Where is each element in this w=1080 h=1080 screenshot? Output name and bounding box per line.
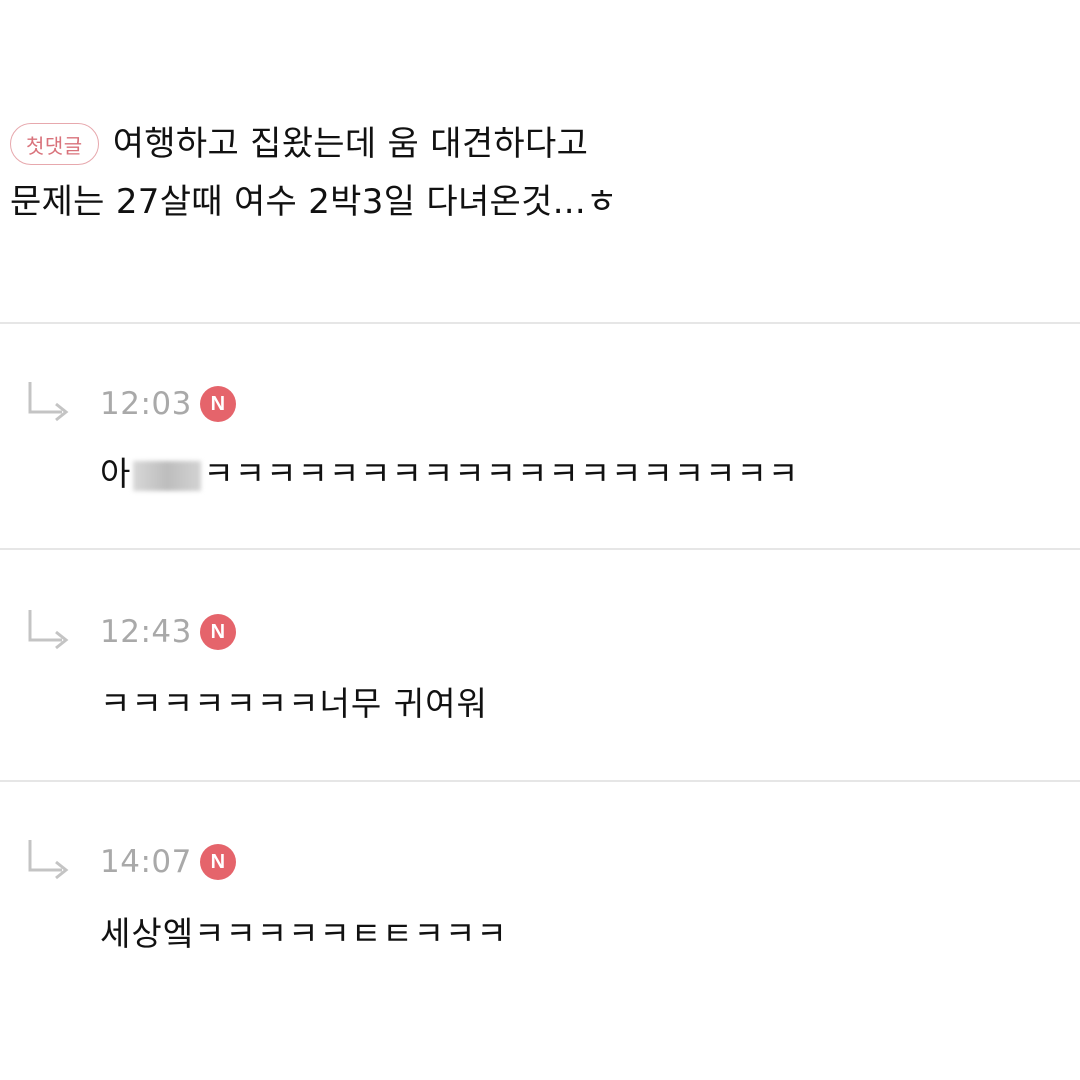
reply-arrow-icon	[28, 840, 69, 880]
reply-meta: 14:07 N	[100, 842, 236, 882]
reply-text: 세상엨ㅋㅋㅋㅋㅋㅌㅌㅋㅋㅋ	[100, 914, 508, 953]
reply-item[interactable]: 12:43 N ㅋㅋㅋㅋㅋㅋㅋ너무 귀여워	[0, 550, 1080, 778]
original-comment: 첫댓글 여행하고 집왔는데 움 대견하다고 문제는 27살때 여수 2박3일 다…	[0, 0, 1080, 322]
reply-text: 아 ㅋㅋㅋㅋㅋㅋㅋㅋㅋㅋㅋㅋㅋㅋㅋㅋㅋㅋㅋ	[100, 450, 799, 498]
censored-blur	[133, 460, 202, 491]
reply-meta: 12:43 N	[100, 612, 236, 652]
reply-time: 12:03	[100, 386, 192, 422]
reply-text: ㅋㅋㅋㅋㅋㅋㅋ너무 귀여워	[100, 684, 488, 723]
new-badge-icon: N	[199, 386, 236, 422]
first-comment-badge: 첫댓글	[10, 123, 99, 165]
new-badge-icon: N	[199, 844, 236, 880]
comment-text-line-2: 문제는 27살때 여수 2박3일 다녀온것...ㅎ	[10, 182, 618, 222]
new-badge-icon: N	[199, 614, 236, 650]
reply-meta: 12:03 N	[100, 384, 236, 424]
reply-text-end: ㅋㅋㅋㅋㅋㅋㅋㅋㅋㅋㅋㅋㅋㅋㅋㅋㅋㅋㅋ	[203, 454, 800, 493]
reply-item[interactable]: 14:07 N 세상엨ㅋㅋㅋㅋㅋㅌㅌㅋㅋㅋ	[0, 782, 1080, 1010]
reply-time: 12:43	[100, 614, 192, 650]
reply-arrow-icon	[28, 382, 69, 422]
comment-text-line-1: 여행하고 집왔는데 움 대견하다고	[112, 124, 589, 164]
reply-time: 14:07	[100, 844, 192, 880]
reply-item[interactable]: 12:03 N 아 ㅋㅋㅋㅋㅋㅋㅋㅋㅋㅋㅋㅋㅋㅋㅋㅋㅋㅋㅋ	[0, 324, 1080, 552]
comment-line-1: 첫댓글 여행하고 집왔는데 움 대견하다고	[10, 116, 588, 172]
reply-text-start: 아	[100, 454, 132, 493]
reply-arrow-icon	[28, 610, 69, 650]
